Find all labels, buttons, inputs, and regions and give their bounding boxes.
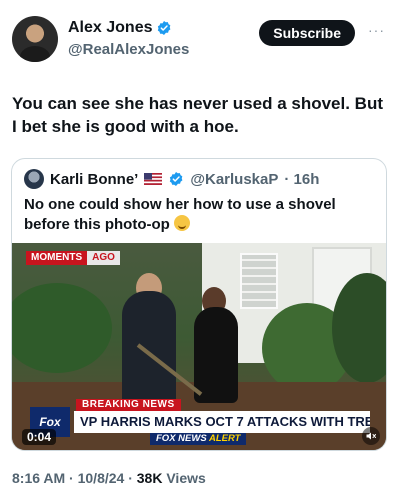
video-player[interactable]: MOMENTS AGO Fox BREAKING NEWS VP HARRIS …: [12, 243, 386, 450]
views-label: Views: [162, 470, 206, 486]
quoted-verified-badge-icon: [170, 172, 183, 186]
us-flag-icon: [144, 173, 163, 185]
quoted-text: No one could show her how to use a shove…: [24, 195, 374, 235]
author-display-name[interactable]: Alex Jones: [68, 18, 152, 38]
bush-left: [12, 283, 112, 373]
fox-news-alert-prefix: FOX NEWS: [156, 433, 207, 444]
tweet-timestamp[interactable]: 8:16 AM · 10/8/24 ·: [12, 470, 137, 486]
news-headline: VP HARRIS MARKS OCT 7 ATTACKS WITH TREE …: [74, 411, 370, 433]
author-names: Alex Jones @RealAlexJones: [68, 18, 189, 60]
author-handle[interactable]: @RealAlexJones: [68, 40, 189, 60]
volume-muted-icon: [366, 432, 376, 440]
grinning-sweat-emoji-icon: [173, 215, 190, 231]
author-display-name-row[interactable]: Alex Jones: [68, 18, 189, 38]
volume-icon[interactable]: [362, 427, 380, 445]
moments-ago-label: AGO: [87, 251, 120, 265]
tweet-header: Alex Jones @RealAlexJones Subscribe ···: [12, 12, 385, 68]
tweet-text: You can see she has never used a shovel.…: [12, 94, 383, 136]
moments-ago-badge: MOMENTS AGO: [26, 251, 120, 265]
quoted-display-name[interactable]: Karli Bonne’: [50, 171, 138, 188]
more-icon[interactable]: ···: [368, 22, 385, 38]
video-timestamp: 0:04: [22, 429, 57, 445]
woman-in-black: [194, 307, 238, 403]
breaking-news-label: BREAKING NEWS: [76, 399, 181, 411]
fox-news-alert-label: FOX NEWS ALERT: [150, 433, 247, 445]
subscribe-button[interactable]: Subscribe: [259, 20, 355, 46]
moments-label: MOMENTS: [26, 251, 88, 265]
verified-badge-icon: [158, 21, 171, 35]
window-shutter: [240, 253, 278, 309]
views-count: 38K: [136, 470, 163, 486]
fox-news-alert-suffix: ALERT: [208, 433, 241, 444]
tweet-metadata: 8:16 AM · 10/8/24 · 38K Views: [12, 470, 206, 486]
quoted-handle[interactable]: @KarluskaP: [190, 171, 278, 188]
quoted-avatar[interactable]: [24, 169, 44, 189]
author-avatar[interactable]: [12, 16, 58, 62]
quoted-time[interactable]: · 16h: [284, 171, 319, 188]
quoted-tweet[interactable]: Karli Bonne’ @KarluskaP · 16h No one cou…: [11, 158, 387, 451]
news-chyron: Fox BREAKING NEWS VP HARRIS MARKS OCT 7 …: [30, 399, 370, 445]
quoted-header: Karli Bonne’ @KarluskaP · 16h: [24, 169, 319, 189]
